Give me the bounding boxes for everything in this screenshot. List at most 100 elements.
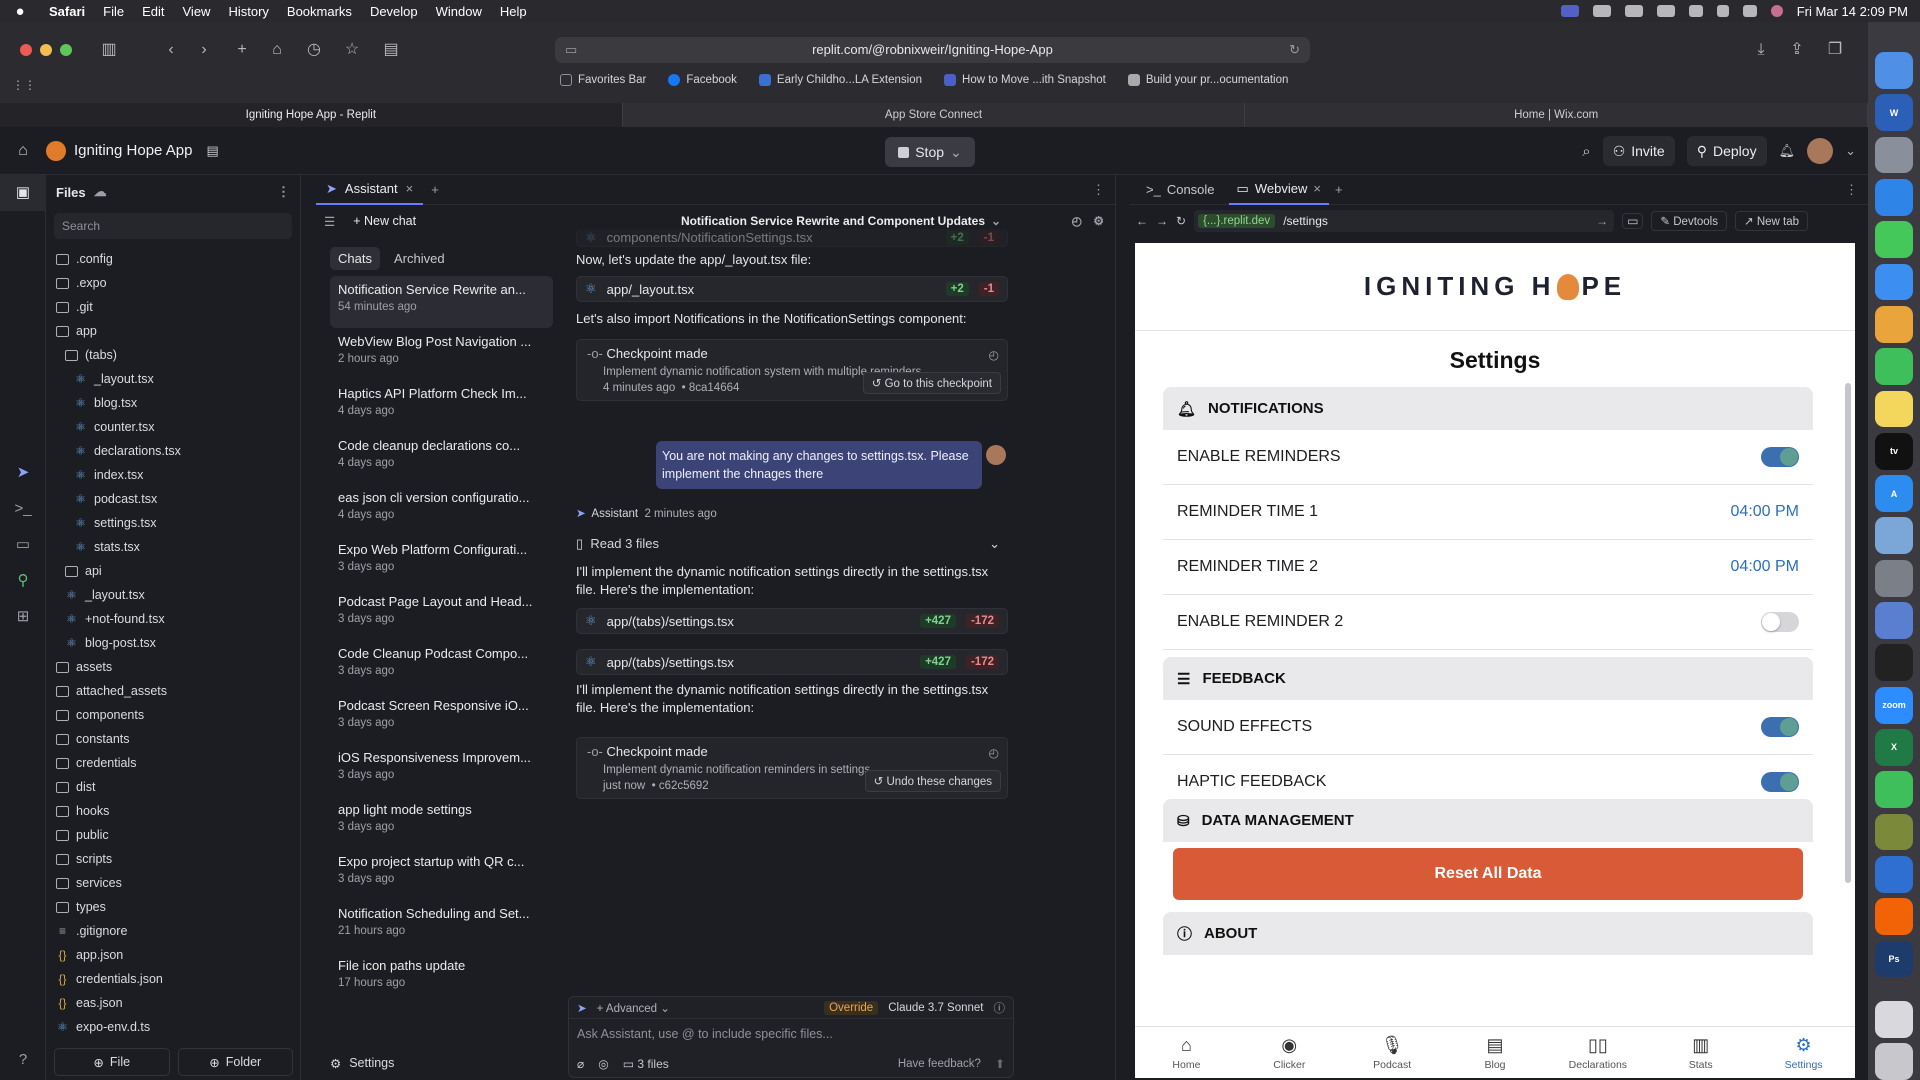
repl-name[interactable]: Igniting Hope App <box>74 142 192 159</box>
webview-domain[interactable]: {...}.replit.dev <box>1198 214 1276 228</box>
nav-settings[interactable]: ⚙ Settings <box>1752 1027 1855 1078</box>
menu-window[interactable]: Window <box>427 4 491 19</box>
scrollbar[interactable] <box>1845 383 1851 883</box>
sound-effects-toggle[interactable] <box>1761 717 1799 737</box>
chat-list-item[interactable]: Podcast Screen Responsive iO... 3 days ag… <box>330 692 553 744</box>
new-chat-button[interactable]: + New chat <box>353 214 416 228</box>
finder-icon[interactable] <box>1875 52 1913 89</box>
downloads-icon[interactable]: ⤓ <box>1750 39 1772 61</box>
chat-list-item[interactable]: File icon paths update 17 hours ago <box>330 952 553 1004</box>
all-tools-icon[interactable]: ⊞ <box>0 599 46 635</box>
add-tab-icon[interactable]: + <box>423 182 439 197</box>
more-icon[interactable]: ⋮ <box>277 184 290 200</box>
chat-list-item[interactable]: Notification Service Rewrite an... 54 min… <box>330 276 553 328</box>
share-icon[interactable]: ⇪ <box>1786 39 1808 61</box>
history-icon[interactable]: ◷ <box>303 39 325 61</box>
console-icon[interactable]: >_ <box>0 491 46 527</box>
new-tab-icon[interactable]: + <box>231 39 253 61</box>
browser-icon[interactable] <box>1875 855 1913 893</box>
reset-all-data-button[interactable]: Reset All Data <box>1173 848 1803 900</box>
haptic-feedback-toggle[interactable] <box>1761 772 1799 792</box>
sidebar-toggle-icon[interactable]: ☰ <box>324 214 335 229</box>
assistant-settings-button[interactable]: ⚙ Settings <box>330 1046 394 1080</box>
file-item[interactable]: ⚛ blog.tsx <box>46 391 300 415</box>
excel-icon[interactable]: X <box>1875 729 1913 766</box>
notes-icon[interactable] <box>1875 390 1913 428</box>
folder-item[interactable]: scripts <box>46 847 300 871</box>
browser-tab-wix[interactable]: Home | Wix.com <box>1245 103 1869 127</box>
history-icon[interactable]: ◴ <box>1072 214 1082 228</box>
file-item[interactable]: {} credentials.json <box>46 967 300 991</box>
reload-icon[interactable]: ↻ <box>1289 37 1300 63</box>
xcode-icon[interactable] <box>1875 602 1913 639</box>
minimize-window-button[interactable] <box>40 44 52 56</box>
conversation-title[interactable]: Notification Service Rewrite and Compone… <box>681 214 985 228</box>
sync-icon[interactable]: ☁︎ <box>94 184 107 200</box>
new-file-button[interactable]: ⊕ File <box>54 1048 170 1076</box>
browser-tab-app-store-connect[interactable]: App Store Connect <box>622 103 1246 127</box>
advanced-toggle[interactable]: + Advanced ⌄ <box>597 1001 670 1015</box>
replit-icon[interactable] <box>1875 898 1913 936</box>
webview-address-bar[interactable]: {...}.replit.dev /settings → <box>1194 210 1615 232</box>
close-icon[interactable]: × <box>1313 181 1321 196</box>
favorite-how-to-move[interactable]: How to Move ...ith Snapshot <box>944 74 1106 86</box>
tab-chats[interactable]: Chats <box>330 247 380 270</box>
favorite-build-docs[interactable]: Build your pr...ocumentation <box>1127 74 1288 86</box>
file-item[interactable]: ⚛ declarations.tsx <box>46 439 300 463</box>
file-item[interactable]: ⚛ _layout.tsx <box>46 367 300 391</box>
word-icon[interactable]: W <box>1875 94 1913 132</box>
reload-icon[interactable]: ↻ <box>1176 214 1186 228</box>
go-icon[interactable]: → <box>1596 214 1614 228</box>
enable-reminders-toggle[interactable] <box>1761 447 1799 467</box>
bell-icon[interactable]: 🔔︎ <box>1779 143 1796 159</box>
go-to-checkpoint-button[interactable]: ↺ Go to this checkpoint <box>862 372 1001 394</box>
preview-icon[interactable] <box>1875 517 1913 555</box>
site-settings-icon[interactable]: ▭ <box>565 37 577 63</box>
webview-icon[interactable]: ▭ <box>0 527 46 563</box>
add-tab-icon[interactable]: + <box>1335 182 1343 197</box>
repl-info-icon[interactable]: ▤ <box>206 143 218 159</box>
nav-podcast[interactable]: 🎙︎ Podcast <box>1341 1027 1444 1078</box>
chat-list-item[interactable]: app light mode settings 3 days ago <box>330 796 553 848</box>
print-icon[interactable]: ▤ <box>380 39 402 61</box>
file-item[interactable]: ⚛ _layout.tsx <box>46 583 300 607</box>
close-window-button[interactable] <box>20 44 32 56</box>
nav-declarations[interactable]: ▯▯ Declarations <box>1546 1027 1649 1078</box>
chat-list-item[interactable]: WebView Blog Post Navigation ... 2 hours … <box>330 328 553 380</box>
forward-icon[interactable]: › <box>193 39 215 61</box>
nav-clicker[interactable]: ◉ Clicker <box>1238 1027 1341 1078</box>
safari-icon[interactable] <box>1875 178 1913 216</box>
read-files-toggle[interactable]: ▯ Read 3 files ⌄ <box>576 535 1008 553</box>
folder-item[interactable]: attached_assets <box>46 679 300 703</box>
home-icon[interactable]: ⌂ <box>0 142 46 160</box>
checkpoint-hash[interactable]: 8ca14664 <box>689 382 740 394</box>
chat-list-item[interactable]: eas json cli version configuratio... 4 da… <box>330 484 553 536</box>
file-change-card[interactable]: ⚛ components/NotificationSettings.tsx +2… <box>576 229 1008 247</box>
file-change-card[interactable]: ⚛ app/(tabs)/settings.tsx +427 -172 <box>576 608 1008 634</box>
apple-tv-icon[interactable]: tv <box>1875 432 1913 470</box>
battery-icon[interactable] <box>1656 5 1675 17</box>
apple-menu-icon[interactable]: ● <box>0 3 40 20</box>
search-icon[interactable]: ⌕ <box>1582 143 1590 160</box>
attach-icon[interactable]: ⌀ <box>577 1057 584 1071</box>
whatsapp-icon[interactable] <box>1875 771 1913 809</box>
file-change-card[interactable]: ⚛ app/_layout.tsx +2 -1 <box>576 276 1008 302</box>
close-icon[interactable]: × <box>406 181 414 196</box>
menu-clock[interactable]: Fri Mar 14 2:09 PM <box>1797 4 1908 19</box>
chevron-down-icon[interactable]: ⌄ <box>991 214 1001 228</box>
chevron-down-icon[interactable]: ⌄ <box>1845 143 1856 159</box>
cast-icon[interactable] <box>1624 5 1643 17</box>
file-item[interactable]: {} eas.json <box>46 991 300 1015</box>
control-center-icon[interactable] <box>1742 5 1757 17</box>
assistant-icon[interactable]: ➤ <box>0 455 46 491</box>
file-item[interactable]: ⚛ counter.tsx <box>46 415 300 439</box>
file-item[interactable]: ⚛ settings.tsx <box>46 511 300 535</box>
menu-app-name[interactable]: Safari <box>40 4 94 19</box>
folder-item[interactable]: (tabs) <box>46 343 300 367</box>
folder-item[interactable]: app <box>46 319 300 343</box>
back-icon[interactable]: ‹ <box>160 39 182 61</box>
file-item[interactable]: ≡ .gitignore <box>46 919 300 943</box>
forward-icon[interactable]: → <box>1156 214 1168 228</box>
search-icon[interactable] <box>1716 5 1729 17</box>
app-store-icon[interactable]: A <box>1875 475 1913 512</box>
